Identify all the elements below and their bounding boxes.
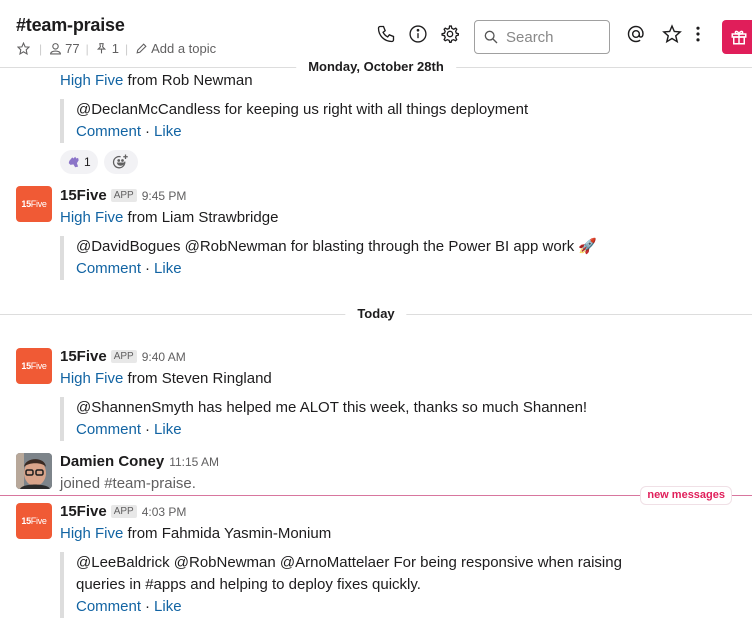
high-five-icon <box>68 156 79 168</box>
comment-link[interactable]: Comment <box>76 123 141 140</box>
from-text: from Fahmida Yasmin-Monium <box>123 525 332 542</box>
sender-name[interactable]: Damien Coney <box>60 453 164 470</box>
pencil-icon <box>134 42 148 56</box>
timestamp[interactable]: 4:03 PM <box>142 505 187 519</box>
new-messages-label[interactable]: new messages <box>640 486 732 505</box>
app-avatar[interactable]: 15 Five <box>16 348 52 384</box>
like-link[interactable]: Like <box>154 123 182 140</box>
add-topic-link[interactable]: Add a topic <box>151 41 216 56</box>
message-title: High Five from Liam Strawbridge <box>60 209 278 226</box>
avatar-photo <box>16 453 52 489</box>
join-message: joined #team-praise. <box>60 475 196 492</box>
high-five-link[interactable]: High Five <box>60 209 123 226</box>
app-avatar[interactable]: 15 Five <box>16 503 52 539</box>
message-attachment: @LeeBaldrick @RobNewman @ArnoMattelaer F… <box>60 552 622 618</box>
date-divider-monday: Monday, October 28th <box>0 57 752 77</box>
star-icon[interactable] <box>658 20 686 48</box>
channel-title[interactable]: #team-praise <box>16 15 125 36</box>
message-body-line-1: @LeeBaldrick @RobNewman @ArnoMattelaer F… <box>76 554 622 571</box>
new-messages-divider: new messages <box>0 486 752 505</box>
like-link[interactable]: Like <box>154 260 182 277</box>
attachment-actions: Comment · Like <box>76 123 182 140</box>
message-body: @ShannenSmyth has helped me ALOT this we… <box>76 399 588 416</box>
message-attachment: @DeclanMcCandless for keeping us right w… <box>60 99 528 143</box>
timestamp[interactable]: 9:45 PM <box>142 189 187 203</box>
star-icon[interactable] <box>16 42 30 56</box>
attachment-actions: Comment · Like <box>76 598 182 615</box>
gift-button[interactable] <box>722 20 752 54</box>
timestamp[interactable]: 9:40 AM <box>142 350 186 364</box>
rocket-emoji: 🚀 <box>578 238 598 255</box>
sender-name[interactable]: 15Five <box>60 503 107 520</box>
message-attachment: @DavidBogues @RobNewman for blasting thr… <box>60 236 597 280</box>
reactions-bar: 1 <box>60 150 138 174</box>
message-body-line-2: queries in #apps and helping to deploy f… <box>76 576 421 593</box>
app-badge: APP <box>110 505 137 518</box>
date-label[interactable]: Monday, October 28th <box>296 57 456 77</box>
high-five-link[interactable]: High Five <box>60 525 123 542</box>
search-input[interactable]: Search <box>474 20 610 54</box>
message-header: 15Five APP 9:40 AM <box>60 348 186 365</box>
at-icon[interactable] <box>622 20 650 48</box>
high-five-link[interactable]: High Five <box>60 370 123 387</box>
from-text: from Steven Ringland <box>123 370 272 387</box>
timestamp[interactable]: 11:15 AM <box>169 455 219 469</box>
attachment-actions: Comment · Like <box>76 260 182 277</box>
search-icon <box>484 30 498 44</box>
gear-icon[interactable] <box>436 20 464 48</box>
pinned-count[interactable]: 1 <box>112 41 119 56</box>
app-badge: APP <box>110 189 137 202</box>
message-title: High Five from Steven Ringland <box>60 370 272 387</box>
user-avatar[interactable] <box>16 453 52 489</box>
search-placeholder: Search <box>506 28 554 46</box>
comment-link[interactable]: Comment <box>76 421 141 438</box>
member-icon[interactable] <box>48 42 62 56</box>
app-badge: APP <box>110 350 137 363</box>
from-text: from Liam Strawbridge <box>123 209 279 226</box>
phone-icon[interactable] <box>372 20 400 48</box>
divider: | <box>39 41 43 56</box>
info-icon[interactable] <box>404 20 432 48</box>
gift-icon <box>731 30 747 45</box>
message-header: Damien Coney 11:15 AM <box>60 453 219 470</box>
sender-name[interactable]: 15Five <box>60 348 107 365</box>
comment-link[interactable]: Comment <box>76 260 141 277</box>
message-attachment: @ShannenSmyth has helped me ALOT this we… <box>60 397 587 441</box>
date-divider-today: Today <box>0 304 752 324</box>
add-reaction-button[interactable] <box>103 150 138 174</box>
more-vertical-icon[interactable] <box>688 20 708 48</box>
app-avatar[interactable]: 15 Five <box>16 186 52 222</box>
like-link[interactable]: Like <box>154 598 182 615</box>
message-header: 15Five APP 4:03 PM <box>60 503 186 520</box>
channel-meta: | 77 | 1 | Add a topic <box>16 41 216 56</box>
sender-name[interactable]: 15Five <box>60 187 107 204</box>
pin-icon[interactable] <box>95 42 109 56</box>
reaction-high-five[interactable]: 1 <box>60 150 98 174</box>
divider: | <box>85 41 89 56</box>
like-link[interactable]: Like <box>154 421 182 438</box>
attachment-actions: Comment · Like <box>76 421 182 438</box>
divider-line <box>0 495 752 496</box>
date-label[interactable]: Today <box>345 304 407 324</box>
add-reaction-icon <box>112 154 128 169</box>
message-body: @DavidBogues @RobNewman for blasting thr… <box>76 238 575 255</box>
comment-link[interactable]: Comment <box>76 598 141 615</box>
message-header: 15Five APP 9:45 PM <box>60 187 186 204</box>
divider: | <box>124 41 129 56</box>
reaction-count: 1 <box>84 155 91 169</box>
member-count[interactable]: 77 <box>65 41 79 56</box>
message-body: @DeclanMcCandless for keeping us right w… <box>76 101 529 118</box>
message-title: High Five from Fahmida Yasmin-Monium <box>60 525 331 542</box>
